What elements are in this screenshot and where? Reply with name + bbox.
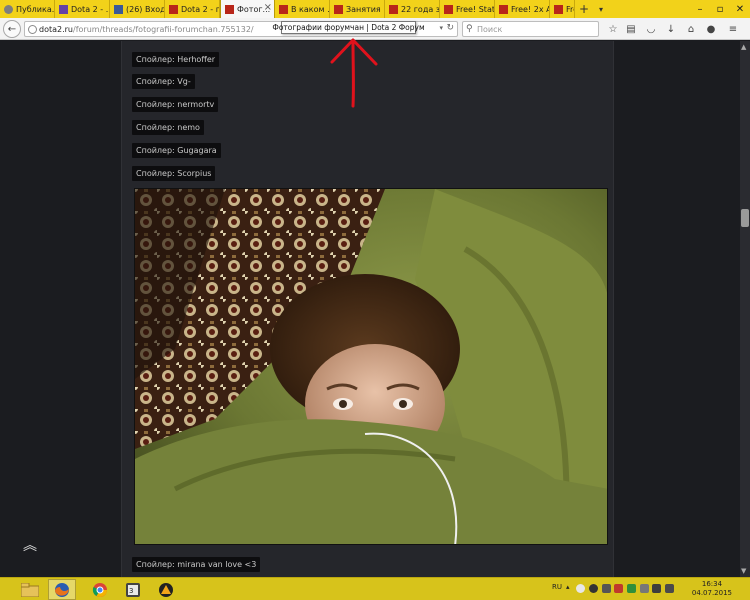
spoiler-button[interactable]: Спойлер: nermortv xyxy=(132,97,219,112)
bookmark-star-icon[interactable]: ☆ xyxy=(606,22,620,36)
site-identity-icon[interactable] xyxy=(28,25,37,34)
file-explorer-button[interactable] xyxy=(16,579,44,600)
tab-label: (26) Вход... xyxy=(126,4,164,14)
back-button[interactable]: ← xyxy=(3,20,21,38)
url-path: /forum/threads/fotografii-forumchan.7551… xyxy=(73,24,254,34)
tab-1[interactable]: Dota 2 - ... xyxy=(55,0,110,18)
tab-bar: Публика... Dota 2 - ... (26) Вход... Dot… xyxy=(0,0,750,18)
close-tab-icon[interactable]: × xyxy=(264,2,272,13)
search-placeholder: Поиск xyxy=(477,24,503,34)
tab-label: Free xyxy=(566,4,574,14)
globe-icon xyxy=(4,4,13,14)
post-column: Спойлер: Herhoffer Спойлер: Vg- Спойлер:… xyxy=(121,41,614,577)
network-icon[interactable] xyxy=(652,584,661,593)
clock-time: 16:34 xyxy=(701,580,723,588)
check-icon[interactable] xyxy=(627,584,636,593)
maximize-icon[interactable]: ▫ xyxy=(710,0,730,18)
chrome-button[interactable] xyxy=(86,579,114,600)
firefox-button[interactable] xyxy=(48,579,76,600)
url-dropdown-icon[interactable]: ▾ xyxy=(439,24,443,32)
clock-date: 04.07.2015 xyxy=(691,589,732,597)
dota2-icon xyxy=(499,4,508,14)
photo-image xyxy=(135,189,607,544)
scroll-up-icon[interactable]: ▲ xyxy=(741,43,746,51)
language-indicator[interactable]: RU xyxy=(552,583,562,591)
tab-label: Free! Stat... xyxy=(456,4,494,14)
spoiler-button[interactable]: Спойлер: Gugagara xyxy=(132,143,221,158)
action-center-icon[interactable] xyxy=(640,584,649,593)
media-player-icon: 3 xyxy=(126,582,140,597)
home-icon[interactable]: ⌂ xyxy=(684,22,698,36)
annotation-arrow-icon xyxy=(330,38,378,108)
tab-3[interactable]: Dota 2 - г... xyxy=(165,0,220,18)
tray-chevron-icon[interactable]: ▴ xyxy=(566,583,570,591)
svg-text:3: 3 xyxy=(129,587,133,595)
tab-list-chevron-icon[interactable]: ▾ xyxy=(593,0,609,18)
tab-label: 22 года з... xyxy=(401,4,439,14)
taskbar: 3 RU ▴ 16:34 04.07.2015 xyxy=(0,577,750,600)
new-tab-button[interactable]: + xyxy=(575,0,593,18)
tab-label: Dota 2 - г... xyxy=(181,4,219,14)
tab-label: Dota 2 - ... xyxy=(71,4,109,14)
dota2-icon xyxy=(334,4,343,14)
dota2-icon xyxy=(554,4,563,14)
twitch-icon xyxy=(59,4,68,14)
bookmarks-list-icon[interactable]: ▤ xyxy=(624,22,638,36)
menu-icon[interactable]: ≡ xyxy=(726,22,740,36)
tab-label: Free! 2x A... xyxy=(511,4,549,14)
tab-label: В каком ... xyxy=(291,4,329,14)
tab-5[interactable]: В каком ... xyxy=(275,0,330,18)
scroll-down-icon[interactable]: ▼ xyxy=(741,567,746,575)
tray-app-icon[interactable] xyxy=(602,584,611,593)
spoiler-button[interactable]: Спойлер: Vg- xyxy=(132,74,195,89)
dota2-icon xyxy=(225,4,234,14)
close-window-icon[interactable]: ✕ xyxy=(730,0,750,18)
tab-0[interactable]: Публика... xyxy=(0,0,55,18)
dota2-icon xyxy=(389,4,398,14)
page-content: Спойлер: Herhoffer Спойлер: Vg- Спойлер:… xyxy=(0,41,750,577)
spoiler-button[interactable]: Спойлер: Herhoffer xyxy=(132,52,220,67)
page-scrollbar[interactable]: ▲ ▼ xyxy=(740,41,750,577)
tab-tooltip: Фотографии форумчан | Dota 2 Форум xyxy=(272,21,425,34)
dota2-icon xyxy=(444,4,453,14)
chat-icon[interactable]: ● xyxy=(704,22,718,36)
tab-9[interactable]: Free! 2x A... xyxy=(495,0,550,18)
download-icon[interactable]: ↓ xyxy=(664,22,678,36)
tab-4-active[interactable]: Фотог... × xyxy=(220,0,275,18)
pocket-icon[interactable]: ◡ xyxy=(644,22,658,36)
tab-8[interactable]: Free! Stat... xyxy=(440,0,495,18)
forum-photo[interactable] xyxy=(134,188,608,545)
tab-label: Занятия ... xyxy=(346,4,384,14)
dota2-icon xyxy=(169,4,178,14)
url-host: dota2.ru xyxy=(39,24,74,34)
search-input[interactable]: ⚲ Поиск xyxy=(462,21,599,37)
reload-icon[interactable]: ↻ xyxy=(446,23,454,33)
folder-icon xyxy=(21,582,39,597)
tab-label: Публика... xyxy=(16,4,54,14)
aimp-icon xyxy=(159,582,173,597)
firefox-icon xyxy=(55,582,69,597)
tab-7[interactable]: 22 года з... xyxy=(385,0,440,18)
tab-2[interactable]: (26) Вход... xyxy=(110,0,165,18)
tab-10[interactable]: Free xyxy=(550,0,575,18)
minimize-icon[interactable]: – xyxy=(690,0,710,18)
volume-icon[interactable] xyxy=(665,584,674,593)
spoiler-button[interactable]: Спойлер: Scorpius xyxy=(132,166,216,181)
scroll-to-top-icon[interactable]: ︽ xyxy=(20,535,40,555)
facebook-icon xyxy=(114,4,123,14)
cloud-icon[interactable] xyxy=(576,584,585,593)
steam-icon[interactable] xyxy=(589,584,598,593)
tab-6[interactable]: Занятия ... xyxy=(330,0,385,18)
search-icon: ⚲ xyxy=(466,24,473,34)
clock[interactable]: 16:34 04.07.2015 xyxy=(692,580,732,598)
antivirus-icon[interactable] xyxy=(614,584,623,593)
chrome-icon xyxy=(92,582,107,597)
spoiler-button[interactable]: Спойлер: mirana van love <3 xyxy=(132,557,261,572)
scrollbar-thumb[interactable] xyxy=(741,209,749,227)
aimp-button[interactable] xyxy=(152,579,180,600)
spoiler-button[interactable]: Спойлер: nemo xyxy=(132,120,204,135)
dota2-icon xyxy=(279,4,288,14)
media-player-button[interactable]: 3 xyxy=(119,579,147,600)
